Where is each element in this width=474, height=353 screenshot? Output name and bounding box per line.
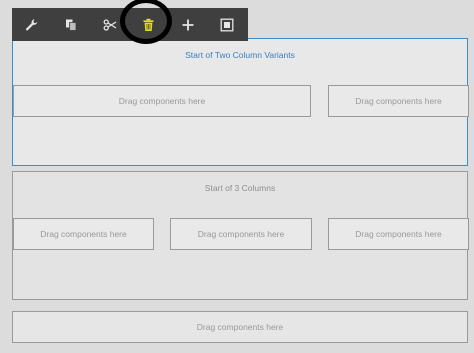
scissors-icon [103, 18, 116, 31]
delete-button[interactable] [120, 0, 172, 44]
component-toolbar [12, 0, 248, 44]
drop-zone-col-1[interactable]: Drag components here [13, 85, 311, 117]
two-column-title: Start of Two Column Variants [185, 50, 295, 60]
frame-icon [220, 18, 233, 31]
cut-button[interactable] [90, 8, 129, 41]
drop-zone-col-3[interactable]: Drag components here [328, 218, 469, 250]
three-column-title: Start of 3 Columns [204, 183, 276, 193]
configure-button[interactable] [12, 8, 51, 41]
drop-zone-col-1[interactable]: Drag components here [13, 218, 154, 250]
drop-zone-col-2[interactable]: Drag components here [170, 218, 312, 250]
wrench-icon [25, 18, 37, 30]
three-column-container[interactable]: Start of 3 Columns Drag components here … [12, 171, 469, 300]
trash-icon [143, 18, 154, 31]
group-button[interactable] [207, 8, 246, 41]
insert-button[interactable] [168, 8, 207, 41]
two-column-container[interactable]: Start of Two Column Variants Drag compon… [12, 38, 469, 166]
bottom-drop-label: Drag components here [196, 322, 284, 332]
copy-button[interactable] [51, 8, 90, 41]
plus-icon [182, 19, 193, 30]
copy-icon [65, 19, 76, 31]
drop-zone-col-2[interactable]: Drag components here [328, 85, 469, 117]
editor-canvas: Start of Two Column Variants Drag compon… [0, 0, 474, 353]
bottom-drop-zone[interactable]: Drag components here [12, 311, 468, 343]
